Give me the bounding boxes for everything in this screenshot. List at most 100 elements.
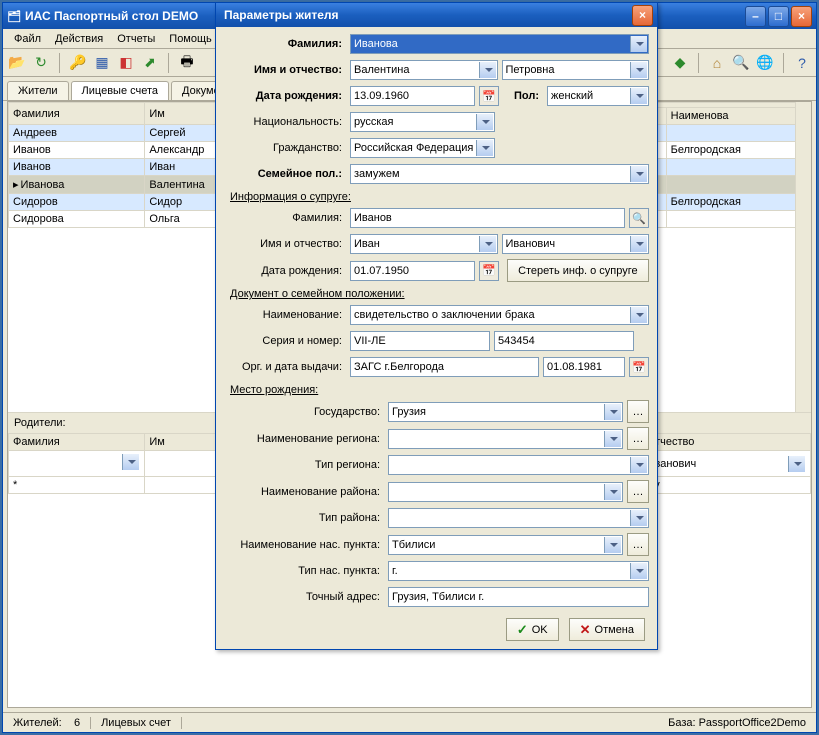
calendar-icon[interactable]: 📅: [479, 261, 499, 281]
more-button[interactable]: …: [627, 480, 649, 503]
status-db: База: PassportOffice2Demo: [658, 717, 816, 729]
col-name2[interactable]: Наименова: [666, 108, 810, 125]
tb-separator: [59, 53, 60, 73]
region-name-combo[interactable]: [388, 429, 623, 449]
sp-lastname-input[interactable]: [350, 208, 625, 228]
city-type-combo[interactable]: г.: [388, 561, 649, 581]
help-icon[interactable]: ?: [792, 53, 812, 73]
lookup-icon[interactable]: 🔍: [629, 208, 649, 228]
sp-firstname-combo[interactable]: Иван: [350, 234, 498, 254]
maximize-button[interactable]: □: [768, 6, 789, 27]
minimize-button[interactable]: –: [745, 6, 766, 27]
dialog-titlebar: Параметры жителя ×: [216, 3, 657, 27]
city-type-label: Тип нас. пункта:: [224, 565, 384, 577]
sex-label: Пол:: [503, 90, 543, 102]
key-icon[interactable]: 🔑: [68, 53, 88, 73]
menu-file[interactable]: Файл: [7, 31, 48, 47]
export-icon[interactable]: ⬈: [140, 53, 160, 73]
dialog-title: Параметры жителя: [220, 8, 630, 22]
state-combo[interactable]: Грузия: [388, 402, 623, 422]
region-type-label: Тип региона:: [224, 459, 384, 471]
region-type-combo[interactable]: [388, 455, 649, 475]
tb-separator: [168, 53, 169, 73]
more-button[interactable]: …: [627, 400, 649, 423]
birthplace-header: Место рождения:: [224, 382, 649, 396]
address-label: Точный адрес:: [224, 591, 384, 603]
sp-lastname-label: Фамилия:: [224, 212, 346, 224]
dialog-footer: ✓ OK ✕ Отмена: [216, 612, 657, 649]
sex-combo[interactable]: женский: [547, 86, 649, 106]
address-input[interactable]: [388, 587, 649, 607]
app-icon: 🗂: [7, 10, 21, 23]
resident-params-dialog: Параметры жителя × Фамилия: Иванова Имя …: [215, 2, 658, 650]
vertical-scrollbar[interactable]: [795, 102, 811, 412]
district-type-combo[interactable]: [388, 508, 649, 528]
nationality-label: Национальность:: [224, 116, 346, 128]
tab-accounts[interactable]: Лицевые счета: [71, 81, 169, 100]
sp-dob-input[interactable]: [350, 261, 475, 281]
more-button[interactable]: …: [627, 533, 649, 556]
parent-lastname-combo[interactable]: [13, 453, 140, 471]
print-icon[interactable]: 🖶: [177, 53, 197, 73]
status-residents: Жителей: 6: [3, 717, 91, 729]
marital-label: Семейное пол.:: [224, 168, 346, 180]
calendar-icon[interactable]: 📅: [479, 86, 499, 106]
open-icon[interactable]: 📂: [7, 53, 27, 73]
dialog-close-button[interactable]: ×: [632, 5, 653, 26]
city-name-combo[interactable]: Тбилиси: [388, 535, 623, 555]
doc-name-combo[interactable]: свидетельство о заключении брака: [350, 305, 649, 325]
home-icon[interactable]: ⌂: [707, 53, 727, 73]
citizenship-label: Гражданство:: [224, 142, 346, 154]
people-icon[interactable]: ◧: [116, 53, 136, 73]
doc-series-label: Серия и номер:: [224, 335, 346, 347]
calendar-icon[interactable]: 📅: [629, 357, 649, 377]
patronymic-combo[interactable]: Петровна: [502, 60, 650, 80]
refresh-icon[interactable]: ↻: [31, 53, 51, 73]
doc-date-input[interactable]: [543, 357, 625, 377]
district-name-label: Наименование района:: [224, 486, 384, 498]
menu-actions[interactable]: Действия: [48, 31, 110, 47]
x-icon: ✕: [580, 622, 591, 638]
menu-reports[interactable]: Отчеты: [110, 31, 162, 47]
sp-dob-label: Дата рождения:: [224, 265, 346, 277]
lastname-combo[interactable]: Иванова: [350, 34, 649, 54]
search-icon[interactable]: 🔍: [731, 53, 751, 73]
parent-patr-combo[interactable]: Иванович: [647, 455, 806, 473]
pcol-patronymic[interactable]: Отчество: [642, 434, 810, 451]
tab-residents[interactable]: Жители: [7, 81, 69, 100]
citizenship-combo[interactable]: Российская Федерация: [350, 138, 495, 158]
card-icon[interactable]: ▦: [92, 53, 112, 73]
dob-input[interactable]: [350, 86, 475, 106]
district-type-label: Тип района:: [224, 512, 384, 524]
cancel-button[interactable]: ✕ Отмена: [569, 618, 645, 641]
region-name-label: Наименование региона:: [224, 433, 384, 445]
doc-issuer-label: Орг. и дата выдачи:: [224, 361, 346, 373]
marital-combo[interactable]: замужем: [350, 164, 649, 184]
statusbar: Жителей: 6 Лицевых счет База: PassportOf…: [3, 712, 816, 732]
close-button[interactable]: ×: [791, 6, 812, 27]
menu-help[interactable]: Помощь: [162, 31, 219, 47]
check-icon: ✓: [517, 622, 528, 638]
name-label: Имя и отчество:: [224, 64, 346, 76]
doc-number-input[interactable]: [494, 331, 634, 351]
status-accounts: Лицевых счет: [91, 717, 182, 729]
firstname-combo[interactable]: Валентина: [350, 60, 498, 80]
sp-patronymic-combo[interactable]: Иванович: [502, 234, 650, 254]
pcol-lastname[interactable]: Фамилия: [9, 434, 145, 451]
city-name-label: Наименование нас. пункта:: [224, 539, 384, 551]
globe-icon[interactable]: 🌐: [755, 53, 775, 73]
nav-back-icon[interactable]: ◆: [670, 53, 690, 73]
doc-issuer-input[interactable]: [350, 357, 539, 377]
doc-name-label: Наименование:: [224, 309, 346, 321]
col-lastname[interactable]: Фамилия: [9, 103, 145, 125]
doc-series-input[interactable]: [350, 331, 490, 351]
spouse-section-header: Информация о супруге:: [224, 189, 649, 203]
ok-button[interactable]: ✓ OK: [506, 618, 559, 641]
state-label: Государство:: [224, 406, 384, 418]
district-name-combo[interactable]: [388, 482, 623, 502]
clear-spouse-button[interactable]: Стереть инф. о супруге: [507, 259, 649, 282]
marital-doc-header: Документ о семейном положении:: [224, 286, 649, 300]
nationality-combo[interactable]: русская: [350, 112, 495, 132]
more-button[interactable]: …: [627, 427, 649, 450]
sp-name-label: Имя и отчество:: [224, 238, 346, 250]
